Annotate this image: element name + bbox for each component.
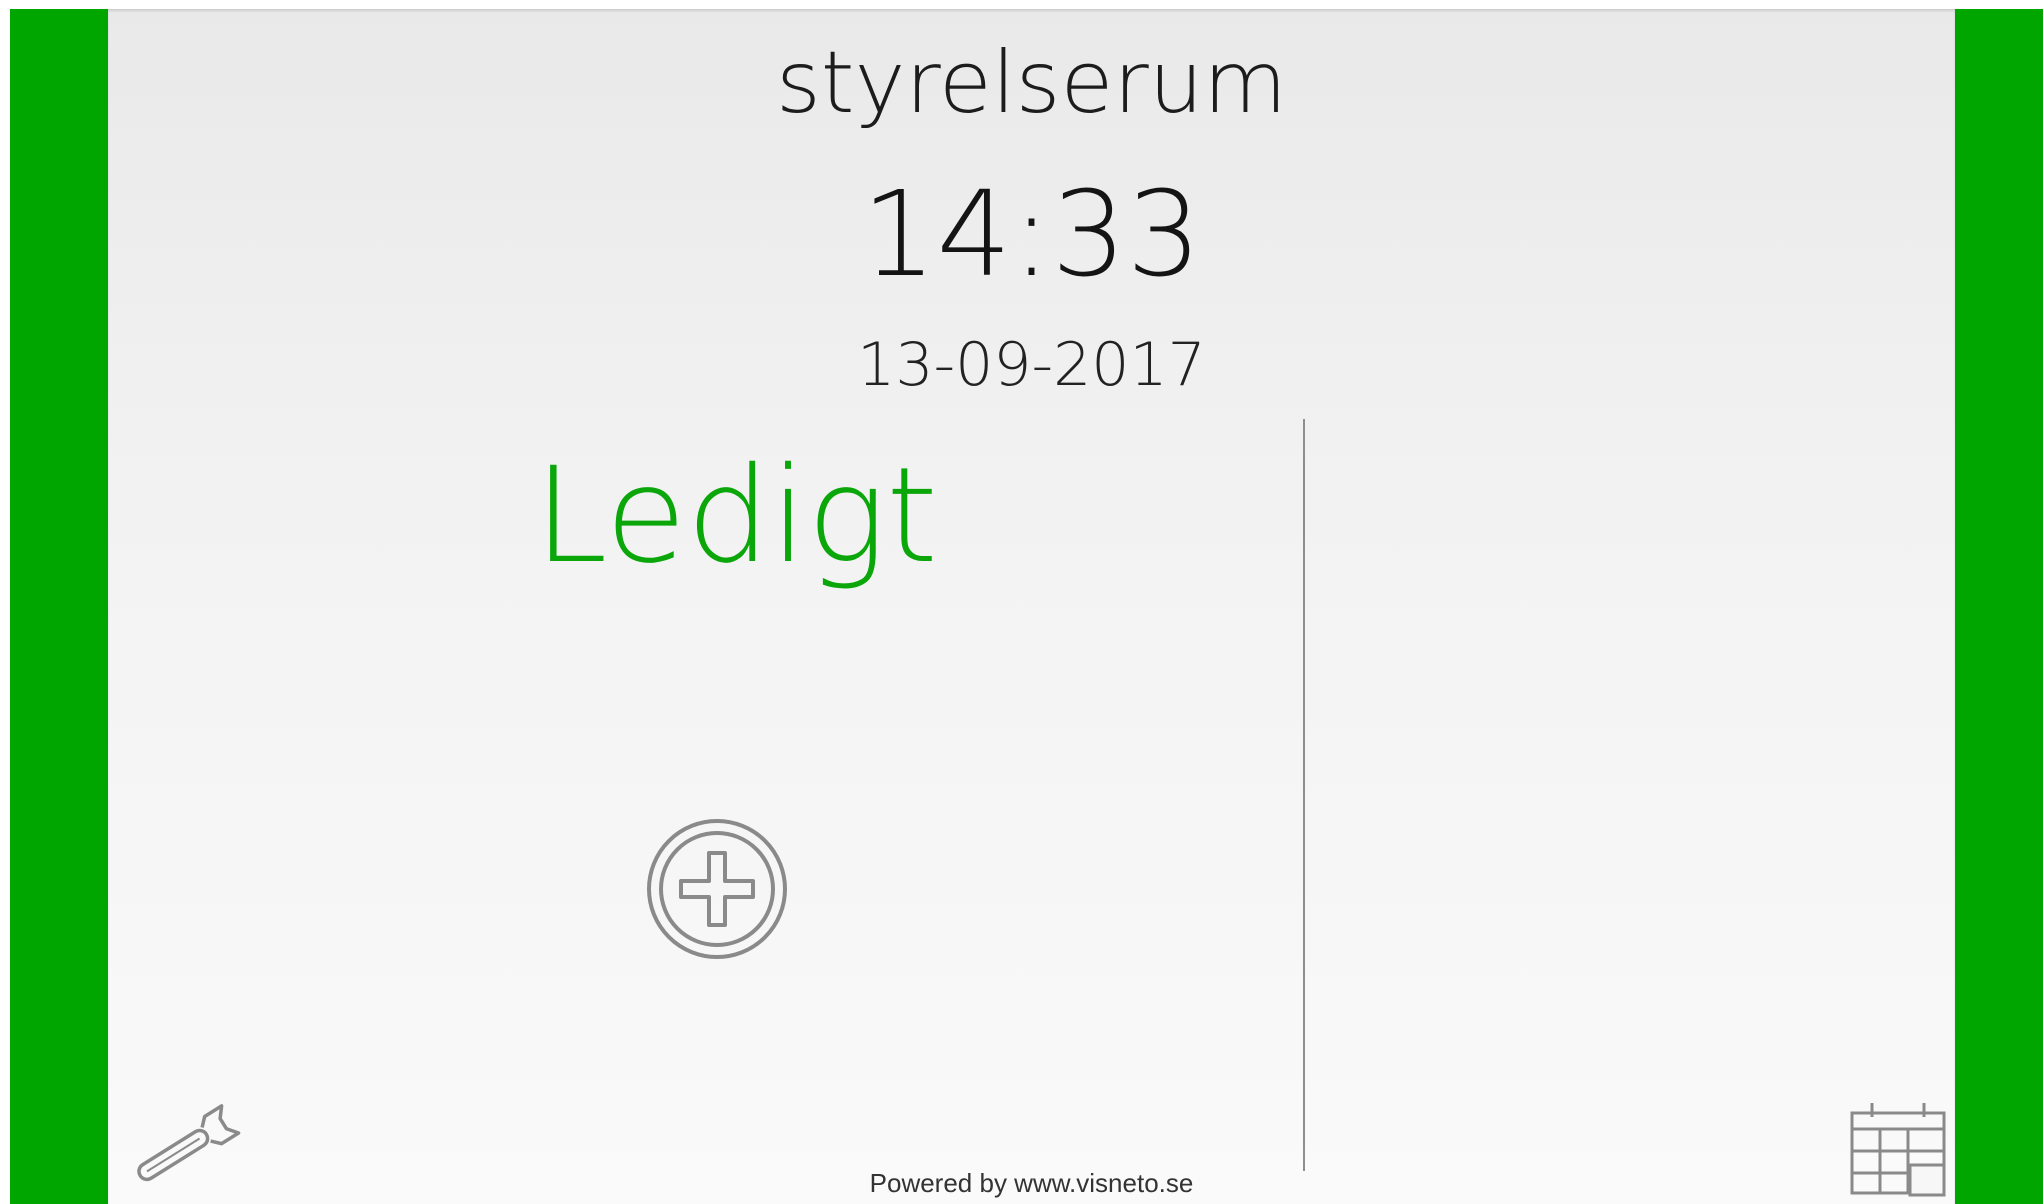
room-status-label: Ledigt <box>534 439 938 593</box>
add-booking-button[interactable] <box>645 817 789 961</box>
vertical-divider <box>1303 419 1305 1171</box>
room-name: styrelserum <box>775 33 1288 133</box>
clock-time: 14:33 <box>861 165 1202 303</box>
powered-by-footer: Powered by www.visneto.se <box>869 1168 1194 1198</box>
clock-date: 13-09-2017 <box>857 330 1206 400</box>
main-panel: styrelserum 14:33 13-09-2017 Ledigt Powe… <box>108 9 1955 1204</box>
plus-circle-icon <box>647 819 787 959</box>
room-display-screen: styrelserum 14:33 13-09-2017 Ledigt Powe… <box>10 9 2043 1204</box>
